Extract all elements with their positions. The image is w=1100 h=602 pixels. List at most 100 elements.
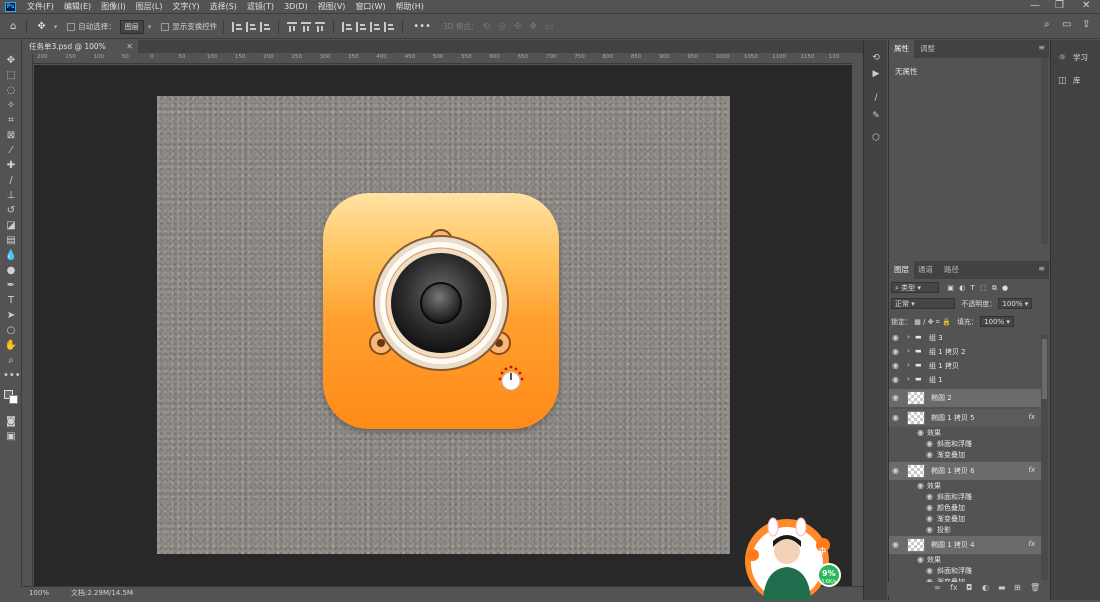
learn-panel-button[interactable]: ☼ 学习 — [1055, 50, 1099, 66]
share-icon[interactable]: ⇪ — [1082, 19, 1090, 30]
chevron-down-icon[interactable]: ▾ — [148, 23, 152, 31]
distribute-center-icon[interactable] — [356, 21, 367, 32]
search-icon[interactable]: ⌕ — [1044, 19, 1050, 30]
new-layer-icon[interactable]: ⊞ — [1014, 583, 1021, 592]
hand-tool-icon[interactable]: ✋ — [3, 339, 19, 353]
effect-row[interactable]: ◉ 斜面和浮雕 — [889, 439, 1041, 450]
layer-effects-icon[interactable]: fx — [1028, 413, 1035, 421]
menu-view[interactable]: 视图(V) — [313, 1, 351, 12]
align-top-icon[interactable] — [287, 21, 298, 32]
add-mask-icon[interactable]: ◘ — [966, 583, 972, 592]
eyedropper-icon[interactable]: ⁄ — [3, 144, 19, 158]
dodge-tool-icon[interactable]: ● — [3, 264, 19, 278]
filter-shape-icon[interactable]: ⬚ — [980, 284, 987, 292]
lasso-tool-icon[interactable]: ◌ — [3, 84, 19, 98]
workspace-icon[interactable]: ▭ — [1062, 19, 1071, 30]
layer-kind-filter[interactable]: ⌕ 类型 ▾ — [891, 282, 939, 293]
close-tab-icon[interactable]: ✕ — [126, 40, 133, 53]
move-tool-icon[interactable]: ✥ — [3, 54, 19, 68]
history-brush-icon[interactable]: ↺ — [3, 204, 19, 218]
menu-layer[interactable]: 图层(L) — [131, 1, 168, 12]
visibility-eye-icon[interactable]: ◉ — [892, 466, 899, 475]
opacity-input[interactable]: 100% ▾ — [998, 298, 1033, 309]
filter-toggle-icon[interactable]: ● — [1002, 284, 1008, 292]
filter-pixel-icon[interactable]: ▣ — [947, 284, 954, 292]
move-tool-icon[interactable]: ✥ — [37, 21, 45, 32]
visibility-eye-icon[interactable]: ◉ — [926, 503, 933, 512]
layer-effects-icon[interactable]: fx — [1028, 466, 1035, 474]
effect-row[interactable]: ◉ 斜面和浮雕 — [889, 566, 1041, 577]
visibility-eye-icon[interactable]: ◉ — [892, 347, 899, 356]
gradient-tool-icon[interactable]: ▤ — [3, 234, 19, 248]
layer-row[interactable]: ◉ 椭圆 1 拷贝 5 fx — [889, 409, 1041, 427]
align-bottom-icon[interactable] — [315, 21, 326, 32]
layers-scrollbar[interactable] — [1041, 335, 1048, 580]
brush-settings-icon[interactable]: ∕ — [870, 92, 882, 104]
menu-file[interactable]: 文件(F) — [22, 1, 59, 12]
new-group-icon[interactable]: ▬ — [998, 583, 1006, 592]
effect-row[interactable]: ◉ 颜色叠加 — [889, 503, 1041, 514]
scrollbar-thumb[interactable] — [1042, 339, 1047, 399]
crop-tool-icon[interactable]: ⌗ — [3, 114, 19, 128]
menu-edit[interactable]: 编辑(E) — [59, 1, 96, 12]
frame-tool-icon[interactable]: ⊠ — [3, 129, 19, 143]
document-canvas[interactable] — [157, 96, 730, 554]
visibility-eye-icon[interactable]: ◉ — [926, 514, 933, 523]
quick-mask-icon[interactable]: ◙ — [3, 415, 19, 429]
tab-adjustments[interactable]: 调整 — [915, 40, 940, 58]
align-center-icon[interactable] — [246, 21, 257, 32]
visibility-eye-icon[interactable]: ◉ — [926, 525, 933, 534]
align-middle-icon[interactable] — [301, 21, 312, 32]
distribute-left-icon[interactable] — [342, 21, 353, 32]
panel-menu-icon[interactable]: ≡ — [1038, 264, 1045, 273]
expand-arrow-icon[interactable]: › — [907, 375, 910, 383]
type-tool-icon[interactable]: T — [3, 294, 19, 308]
layer-group-row[interactable]: ◉ › ▬ 组 1 — [889, 375, 1041, 389]
auto-select-checkbox[interactable] — [67, 22, 76, 31]
visibility-eye-icon[interactable]: ◉ — [892, 333, 899, 342]
effect-row[interactable]: ◉ 渐变叠加 — [889, 450, 1041, 461]
blend-mode-dropdown[interactable]: 正常 ▾ — [891, 298, 955, 309]
add-style-icon[interactable]: fx — [950, 583, 958, 592]
effect-row[interactable]: ◉ 效果 — [889, 428, 1041, 439]
healing-brush-icon[interactable]: ✚ — [3, 159, 19, 173]
visibility-eye-icon[interactable]: ◉ — [917, 555, 924, 564]
3d-cube-icon[interactable]: ⬡ — [870, 132, 882, 144]
delete-layer-icon[interactable]: 🗑 — [1030, 583, 1040, 592]
properties-scrollbar[interactable] — [1041, 58, 1048, 244]
minimize-button[interactable]: — — [1030, 0, 1040, 11]
filter-type-icon[interactable]: T — [970, 284, 974, 292]
brushes-icon[interactable]: ✎ — [870, 110, 882, 122]
home-icon[interactable]: ⌂ — [10, 21, 16, 32]
adjustment-layer-icon[interactable]: ◐ — [982, 583, 989, 592]
menu-select[interactable]: 选择(S) — [205, 1, 242, 12]
visibility-eye-icon[interactable]: ◉ — [926, 450, 933, 459]
visibility-eye-icon[interactable]: ◉ — [926, 492, 933, 501]
menu-3d[interactable]: 3D(D) — [279, 2, 313, 11]
layer-row-selected[interactable]: ◉ 椭圆 2 — [889, 389, 1041, 407]
tab-properties[interactable]: 属性 — [889, 40, 914, 58]
chevron-down-icon[interactable]: ▾ — [54, 23, 58, 31]
effect-row[interactable]: ◉ 效果 — [889, 555, 1041, 566]
expand-arrow-icon[interactable]: › — [907, 361, 910, 369]
screen-mode-icon[interactable]: ▣ — [3, 430, 19, 444]
lock-transparent-icon[interactable]: ▦ — [914, 318, 921, 326]
pen-tool-icon[interactable]: ✒ — [3, 279, 19, 293]
tab-paths[interactable]: 路径 — [939, 261, 964, 279]
panel-menu-icon[interactable]: ≡ — [1038, 43, 1045, 52]
distribute-horizontal-icon[interactable] — [384, 21, 395, 32]
menu-filter[interactable]: 滤镜(T) — [242, 1, 279, 12]
visibility-eye-icon[interactable]: ◉ — [917, 428, 924, 437]
library-panel-button[interactable]: ◫ 库 — [1055, 73, 1099, 89]
visibility-eye-icon[interactable]: ◉ — [892, 361, 899, 370]
more-options-icon[interactable]: ••• — [413, 21, 431, 32]
document-tab[interactable]: 任务单3.psd @ 100%(RGB/8#) ✕ — [23, 40, 138, 64]
tab-layers[interactable]: 图层 — [889, 261, 914, 279]
align-left-icon[interactable] — [232, 21, 243, 32]
layer-row[interactable]: ◉ 椭圆 1 拷贝 4 fx — [889, 536, 1041, 554]
effect-row[interactable]: ◉ 斜面和浮雕 — [889, 492, 1041, 503]
layer-group-row[interactable]: ◉ › ▬ 组 1 拷贝 — [889, 361, 1041, 375]
link-layers-icon[interactable]: ∞ — [934, 583, 941, 592]
filter-adjust-icon[interactable]: ◐ — [959, 284, 965, 292]
layer-group-row[interactable]: ◉ › ▬ 组 1 拷贝 2 — [889, 347, 1041, 361]
